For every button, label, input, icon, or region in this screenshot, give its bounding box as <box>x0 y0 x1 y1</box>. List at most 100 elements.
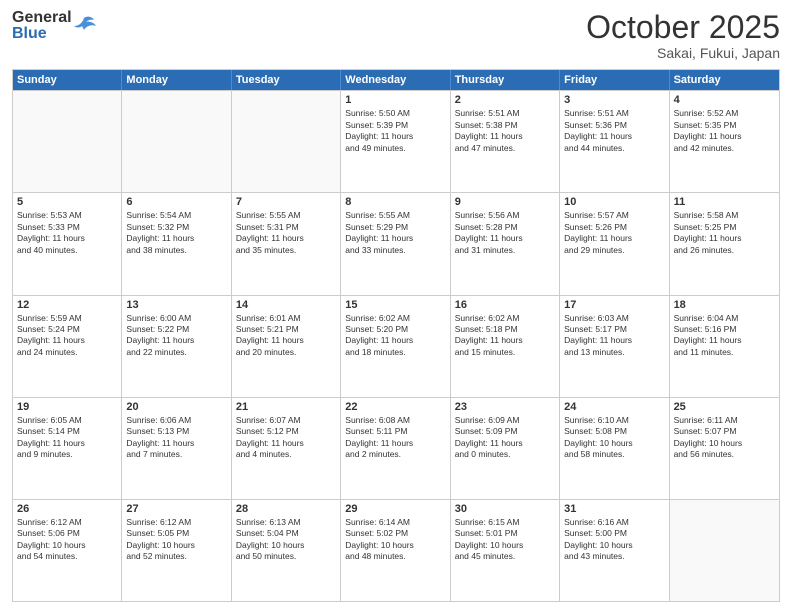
cell-info: Sunrise: 6:07 AM Sunset: 5:12 PM Dayligh… <box>236 415 336 461</box>
cell-info: Sunrise: 5:55 AM Sunset: 5:31 PM Dayligh… <box>236 210 336 256</box>
calendar-cell: 17 Sunrise: 6:03 AM Sunset: 5:17 PM Dayli… <box>560 296 669 397</box>
calendar-cell: 19Sunrise: 6:05 AM Sunset: 5:14 PM Dayli… <box>13 398 122 499</box>
day-header-sunday: Sunday <box>13 70 122 90</box>
day-header-thursday: Thursday <box>451 70 560 90</box>
cell-info: Sunrise: 6:15 AM Sunset: 5:01 PM Dayligh… <box>455 517 555 563</box>
calendar: SundayMondayTuesdayWednesdayThursdayFrid… <box>12 69 780 602</box>
cell-info: Sunrise: 5:51 AM Sunset: 5:38 PM Dayligh… <box>455 108 555 154</box>
calendar-cell: 10 Sunrise: 5:57 AM Sunset: 5:26 PM Dayli… <box>560 193 669 294</box>
cell-info: Sunrise: 6:04 AM Sunset: 5:16 PM Dayligh… <box>674 313 775 359</box>
calendar-cell: 12 Sunrise: 5:59 AM Sunset: 5:24 PM Dayli… <box>13 296 122 397</box>
cell-date: 18 <box>674 299 775 311</box>
cell-date: 10 <box>564 196 664 208</box>
cell-info: Sunrise: 5:51 AM Sunset: 5:36 PM Dayligh… <box>564 108 664 154</box>
cell-date: 26 <box>17 503 117 515</box>
cell-info: Sunrise: 5:53 AM Sunset: 5:33 PM Dayligh… <box>17 210 117 256</box>
cell-info: Sunrise: 5:58 AM Sunset: 5:25 PM Dayligh… <box>674 210 775 256</box>
calendar-week-3: 19Sunrise: 6:05 AM Sunset: 5:14 PM Dayli… <box>13 397 779 499</box>
cell-date: 7 <box>236 196 336 208</box>
calendar-cell: 4 Sunrise: 5:52 AM Sunset: 5:35 PM Daylig… <box>670 91 779 192</box>
day-headers-row: SundayMondayTuesdayWednesdayThursdayFrid… <box>13 70 779 90</box>
calendar-cell: 2 Sunrise: 5:51 AM Sunset: 5:38 PM Daylig… <box>451 91 560 192</box>
cell-info: Sunrise: 5:54 AM Sunset: 5:32 PM Dayligh… <box>126 210 226 256</box>
calendar-cell: 7 Sunrise: 5:55 AM Sunset: 5:31 PM Daylig… <box>232 193 341 294</box>
day-header-tuesday: Tuesday <box>232 70 341 90</box>
cell-info: Sunrise: 6:03 AM Sunset: 5:17 PM Dayligh… <box>564 313 664 359</box>
calendar-week-4: 26 Sunrise: 6:12 AM Sunset: 5:06 PM Dayli… <box>13 499 779 601</box>
location-title: Sakai, Fukui, Japan <box>586 45 780 61</box>
cell-date: 6 <box>126 196 226 208</box>
cell-date: 12 <box>17 299 117 311</box>
cell-info: Sunrise: 5:59 AM Sunset: 5:24 PM Dayligh… <box>17 313 117 359</box>
calendar-cell: 8Sunrise: 5:55 AM Sunset: 5:29 PM Daylig… <box>341 193 450 294</box>
cell-info: Sunrise: 6:12 AM Sunset: 5:05 PM Dayligh… <box>126 517 226 563</box>
cell-date: 5 <box>17 196 117 208</box>
cell-date: 11 <box>674 196 775 208</box>
cell-info: Sunrise: 6:11 AM Sunset: 5:07 PM Dayligh… <box>674 415 775 461</box>
cell-info: Sunrise: 5:56 AM Sunset: 5:28 PM Dayligh… <box>455 210 555 256</box>
calendar-cell: 22Sunrise: 6:08 AM Sunset: 5:11 PM Dayli… <box>341 398 450 499</box>
cell-date: 1 <box>345 94 445 106</box>
title-block: October 2025 Sakai, Fukui, Japan <box>586 10 780 61</box>
cell-date: 3 <box>564 94 664 106</box>
calendar-cell: 6 Sunrise: 5:54 AM Sunset: 5:32 PM Daylig… <box>122 193 231 294</box>
cell-date: 21 <box>236 401 336 413</box>
calendar-cell: 20 Sunrise: 6:06 AM Sunset: 5:13 PM Dayli… <box>122 398 231 499</box>
cell-date: 23 <box>455 401 555 413</box>
calendar-cell: 30Sunrise: 6:15 AM Sunset: 5:01 PM Dayli… <box>451 500 560 601</box>
cell-date: 27 <box>126 503 226 515</box>
calendar-cell: 14Sunrise: 6:01 AM Sunset: 5:21 PM Dayli… <box>232 296 341 397</box>
cell-info: Sunrise: 6:02 AM Sunset: 5:20 PM Dayligh… <box>345 313 445 359</box>
cell-date: 2 <box>455 94 555 106</box>
calendar-cell: 3 Sunrise: 5:51 AM Sunset: 5:36 PM Daylig… <box>560 91 669 192</box>
calendar-cell <box>122 91 231 192</box>
cell-info: Sunrise: 5:57 AM Sunset: 5:26 PM Dayligh… <box>564 210 664 256</box>
calendar-cell: 5 Sunrise: 5:53 AM Sunset: 5:33 PM Daylig… <box>13 193 122 294</box>
calendar-cell: 21 Sunrise: 6:07 AM Sunset: 5:12 PM Dayli… <box>232 398 341 499</box>
cell-date: 31 <box>564 503 664 515</box>
cell-date: 22 <box>345 401 445 413</box>
cell-date: 25 <box>674 401 775 413</box>
calendar-cell: 15Sunrise: 6:02 AM Sunset: 5:20 PM Dayli… <box>341 296 450 397</box>
cell-date: 17 <box>564 299 664 311</box>
cell-info: Sunrise: 6:12 AM Sunset: 5:06 PM Dayligh… <box>17 517 117 563</box>
calendar-cell <box>670 500 779 601</box>
page-container: General Blue October 2025 Sakai, Fukui, … <box>0 0 792 612</box>
calendar-cell: 27 Sunrise: 6:12 AM Sunset: 5:05 PM Dayli… <box>122 500 231 601</box>
cell-info: Sunrise: 6:05 AM Sunset: 5:14 PM Dayligh… <box>17 415 117 461</box>
calendar-cell: 29Sunrise: 6:14 AM Sunset: 5:02 PM Dayli… <box>341 500 450 601</box>
calendar-week-0: 1 Sunrise: 5:50 AM Sunset: 5:39 PM Daylig… <box>13 90 779 192</box>
cell-info: Sunrise: 5:50 AM Sunset: 5:39 PM Dayligh… <box>345 108 445 154</box>
cell-date: 14 <box>236 299 336 311</box>
cell-info: Sunrise: 6:02 AM Sunset: 5:18 PM Dayligh… <box>455 313 555 359</box>
cell-info: Sunrise: 6:06 AM Sunset: 5:13 PM Dayligh… <box>126 415 226 461</box>
logo: General Blue <box>12 10 96 42</box>
cell-date: 16 <box>455 299 555 311</box>
cell-info: Sunrise: 5:52 AM Sunset: 5:35 PM Dayligh… <box>674 108 775 154</box>
calendar-cell: 23Sunrise: 6:09 AM Sunset: 5:09 PM Dayli… <box>451 398 560 499</box>
cell-date: 13 <box>126 299 226 311</box>
cell-info: Sunrise: 6:10 AM Sunset: 5:08 PM Dayligh… <box>564 415 664 461</box>
calendar-cell <box>232 91 341 192</box>
cell-date: 28 <box>236 503 336 515</box>
calendar-cell: 26 Sunrise: 6:12 AM Sunset: 5:06 PM Dayli… <box>13 500 122 601</box>
calendar-week-2: 12 Sunrise: 5:59 AM Sunset: 5:24 PM Dayli… <box>13 295 779 397</box>
cell-date: 29 <box>345 503 445 515</box>
cell-info: Sunrise: 6:16 AM Sunset: 5:00 PM Dayligh… <box>564 517 664 563</box>
calendar-cell: 24 Sunrise: 6:10 AM Sunset: 5:08 PM Dayli… <box>560 398 669 499</box>
cell-date: 20 <box>126 401 226 413</box>
calendar-cell: 25 Sunrise: 6:11 AM Sunset: 5:07 PM Dayli… <box>670 398 779 499</box>
calendar-cell: 11 Sunrise: 5:58 AM Sunset: 5:25 PM Dayli… <box>670 193 779 294</box>
calendar-cell: 31 Sunrise: 6:16 AM Sunset: 5:00 PM Dayli… <box>560 500 669 601</box>
cell-info: Sunrise: 5:55 AM Sunset: 5:29 PM Dayligh… <box>345 210 445 256</box>
cell-date: 24 <box>564 401 664 413</box>
logo-general-text: General <box>12 10 72 26</box>
logo-bird-icon <box>74 16 96 36</box>
calendar-grid: 1 Sunrise: 5:50 AM Sunset: 5:39 PM Daylig… <box>13 90 779 601</box>
calendar-cell: 16 Sunrise: 6:02 AM Sunset: 5:18 PM Dayli… <box>451 296 560 397</box>
calendar-cell: 1 Sunrise: 5:50 AM Sunset: 5:39 PM Daylig… <box>341 91 450 192</box>
cell-date: 4 <box>674 94 775 106</box>
calendar-cell: 18 Sunrise: 6:04 AM Sunset: 5:16 PM Dayli… <box>670 296 779 397</box>
day-header-friday: Friday <box>560 70 669 90</box>
calendar-cell: 28Sunrise: 6:13 AM Sunset: 5:04 PM Dayli… <box>232 500 341 601</box>
